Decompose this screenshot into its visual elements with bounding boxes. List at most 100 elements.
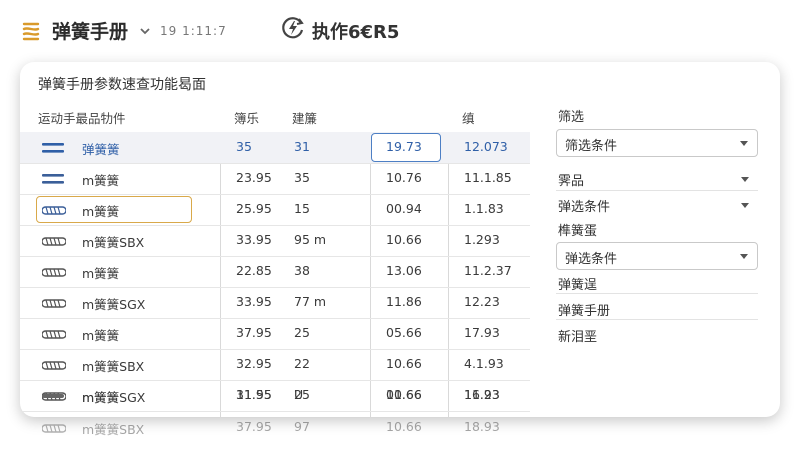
table-row[interactable]: m簧簧 37.95 25 05.66 17.93 <box>20 318 530 350</box>
row-value: 23.95 <box>236 170 272 185</box>
filter-link[interactable]: 新泪垩 <box>558 326 597 345</box>
row-value: 13.06 <box>386 263 422 278</box>
row-value: 25.95 <box>236 201 272 216</box>
row-value: 33.95 <box>236 232 272 247</box>
row-value: 10.66 <box>386 419 422 434</box>
product-select[interactable]: 霁品 <box>556 170 758 192</box>
row-value: 10.76 <box>386 170 422 185</box>
coil-spring-icon <box>42 361 66 370</box>
row-value[interactable]: 19.73 <box>386 139 422 154</box>
app-title: 弹簧手册 <box>52 21 129 43</box>
row-value: 11.2.37 <box>464 263 512 278</box>
double-bar-icon <box>42 143 64 153</box>
row-value: 25 <box>294 325 310 340</box>
divider <box>556 319 758 320</box>
row-value: 37.95 <box>236 325 272 340</box>
coil-spring-icon <box>42 268 66 277</box>
top-bar: 弹簧手册 19 1:11:7 执作6€R5 <box>0 0 800 62</box>
flat-bar-icon <box>42 394 64 398</box>
table-row[interactable]: m簧簧SBX 32.95 22 10.66 4.1.93 <box>20 349 530 381</box>
table-row[interactable]: m簧簧SGX 11.55 U 01.66 11.23 <box>20 380 530 411</box>
row-name: m簧簧SBX <box>82 235 145 250</box>
coil-spring-icon <box>42 424 66 433</box>
row-name: m簧簧 <box>82 173 120 188</box>
row-value: 15 <box>294 201 310 216</box>
execute-label[interactable]: 执作6€R5 <box>312 18 399 44</box>
row-name: m簧簧SGX <box>82 297 146 312</box>
row-value: 97 <box>294 419 310 434</box>
spring-table: 运动手最品牞件 簿乐 建簾 缜 弹簧簧 35 31 19.73 12.073 m… <box>20 100 530 417</box>
row-value: 35 <box>236 139 252 154</box>
divider <box>556 293 758 294</box>
row-value: 01.66 <box>386 387 422 402</box>
row-value: 38 <box>294 263 310 278</box>
row-name: m簧簧SBX <box>82 422 145 437</box>
column-header-4[interactable]: 缜 <box>462 108 475 127</box>
row-value: U <box>294 387 304 402</box>
row-value: 11.86 <box>386 294 422 309</box>
row-value: 22 <box>294 356 310 371</box>
filter-link[interactable]: 弹簧逞 <box>558 274 597 293</box>
spring-logo-icon <box>22 22 40 41</box>
column-header-product[interactable]: 运动手最品牞件 <box>38 108 126 127</box>
row-name: m簧簧 <box>82 204 120 219</box>
row-value: 1.1.83 <box>464 201 504 216</box>
row-value: 22.85 <box>236 263 272 278</box>
row-value: 12.23 <box>464 294 500 309</box>
row-value: 18.93 <box>464 419 500 434</box>
filter-select[interactable]: 筛选条件 <box>556 129 758 157</box>
row-value: 95 m <box>294 232 327 247</box>
filter-title: 筛选 <box>558 110 585 125</box>
filter-panel: 筛选 筛选条件 霁品 弹选条件 榫簧蛋 弹选条件 弹簧逞 弹簧手册 新泪垩 <box>556 100 766 400</box>
filter-link[interactable]: 弹簧手册 <box>558 300 610 319</box>
table-row[interactable]: m簧簧 23.95 35 10.76 11.1.85 <box>20 163 530 195</box>
row-value: 37.95 <box>236 419 272 434</box>
row-value: 33.95 <box>236 294 272 309</box>
condition-select-value: 弹选条件 <box>565 252 618 267</box>
row-name: 弹簧簧 <box>82 142 120 157</box>
row-name: m簧簧SGX <box>82 390 146 405</box>
table-row[interactable]: m簧簧SBX 33.95 95 m 10.66 1.293 <box>20 225 530 257</box>
row-value: 00.94 <box>386 201 422 216</box>
coil-spring-icon <box>42 299 66 308</box>
condition-select-2[interactable]: 弹选条件 <box>556 242 758 270</box>
table-row[interactable]: m簧簧 25.95 15 00.94 1.1.83 <box>20 194 530 226</box>
product-label: 霁品 <box>558 174 585 189</box>
row-value: 77 m <box>294 294 327 309</box>
row-value: 10.66 <box>386 356 422 371</box>
row-value: 11.1.85 <box>464 170 512 185</box>
table-row[interactable]: 弹簧簧 35 31 19.73 12.073 <box>20 132 530 164</box>
caret-down-icon <box>741 203 749 208</box>
row-value: 10.66 <box>386 232 422 247</box>
caret-down-icon <box>740 141 748 146</box>
coil-spring-icon <box>42 237 66 246</box>
row-value: 31 <box>294 139 310 154</box>
page-title: 弹簧手册参数速查功能曷面 <box>38 77 206 93</box>
lightning-refresh-icon[interactable] <box>280 15 306 41</box>
row-value: 35 <box>294 170 310 185</box>
column-header-1[interactable]: 簿乐 <box>234 108 259 127</box>
condition-label: 弹选条件 <box>558 200 611 215</box>
row-value: 1.293 <box>464 232 500 247</box>
table-row[interactable]: m簧簧SGX 33.95 77 m 11.86 12.23 <box>20 287 530 319</box>
table-row[interactable]: m簧簧 22.85 38 13.06 11.2.37 <box>20 256 530 288</box>
caret-down-icon <box>740 254 748 259</box>
row-value: 11.23 <box>464 387 500 402</box>
row-value: 11.55 <box>236 387 272 402</box>
row-name: m簧簧SBX <box>82 359 145 374</box>
row-name: m簧簧 <box>82 328 120 343</box>
condition-select[interactable]: 弹选条件 <box>556 196 758 218</box>
column-header-2[interactable]: 建簾 <box>292 108 317 127</box>
double-bar-icon <box>42 174 64 184</box>
coil-spring-icon <box>42 206 66 215</box>
filter-select-value: 筛选条件 <box>565 139 618 154</box>
divider <box>556 190 758 191</box>
chevron-down-icon[interactable] <box>138 24 152 38</box>
row-value: 32.95 <box>236 356 272 371</box>
row-name: m簧簧 <box>82 266 120 281</box>
table-row[interactable]: m簧簧SBX 37.95 97 10.66 18.93 <box>20 412 530 443</box>
row-value: 4.1.93 <box>464 356 504 371</box>
row-value: 17.93 <box>464 325 500 340</box>
caret-down-icon <box>741 177 749 182</box>
row-value: 12.073 <box>464 139 508 154</box>
